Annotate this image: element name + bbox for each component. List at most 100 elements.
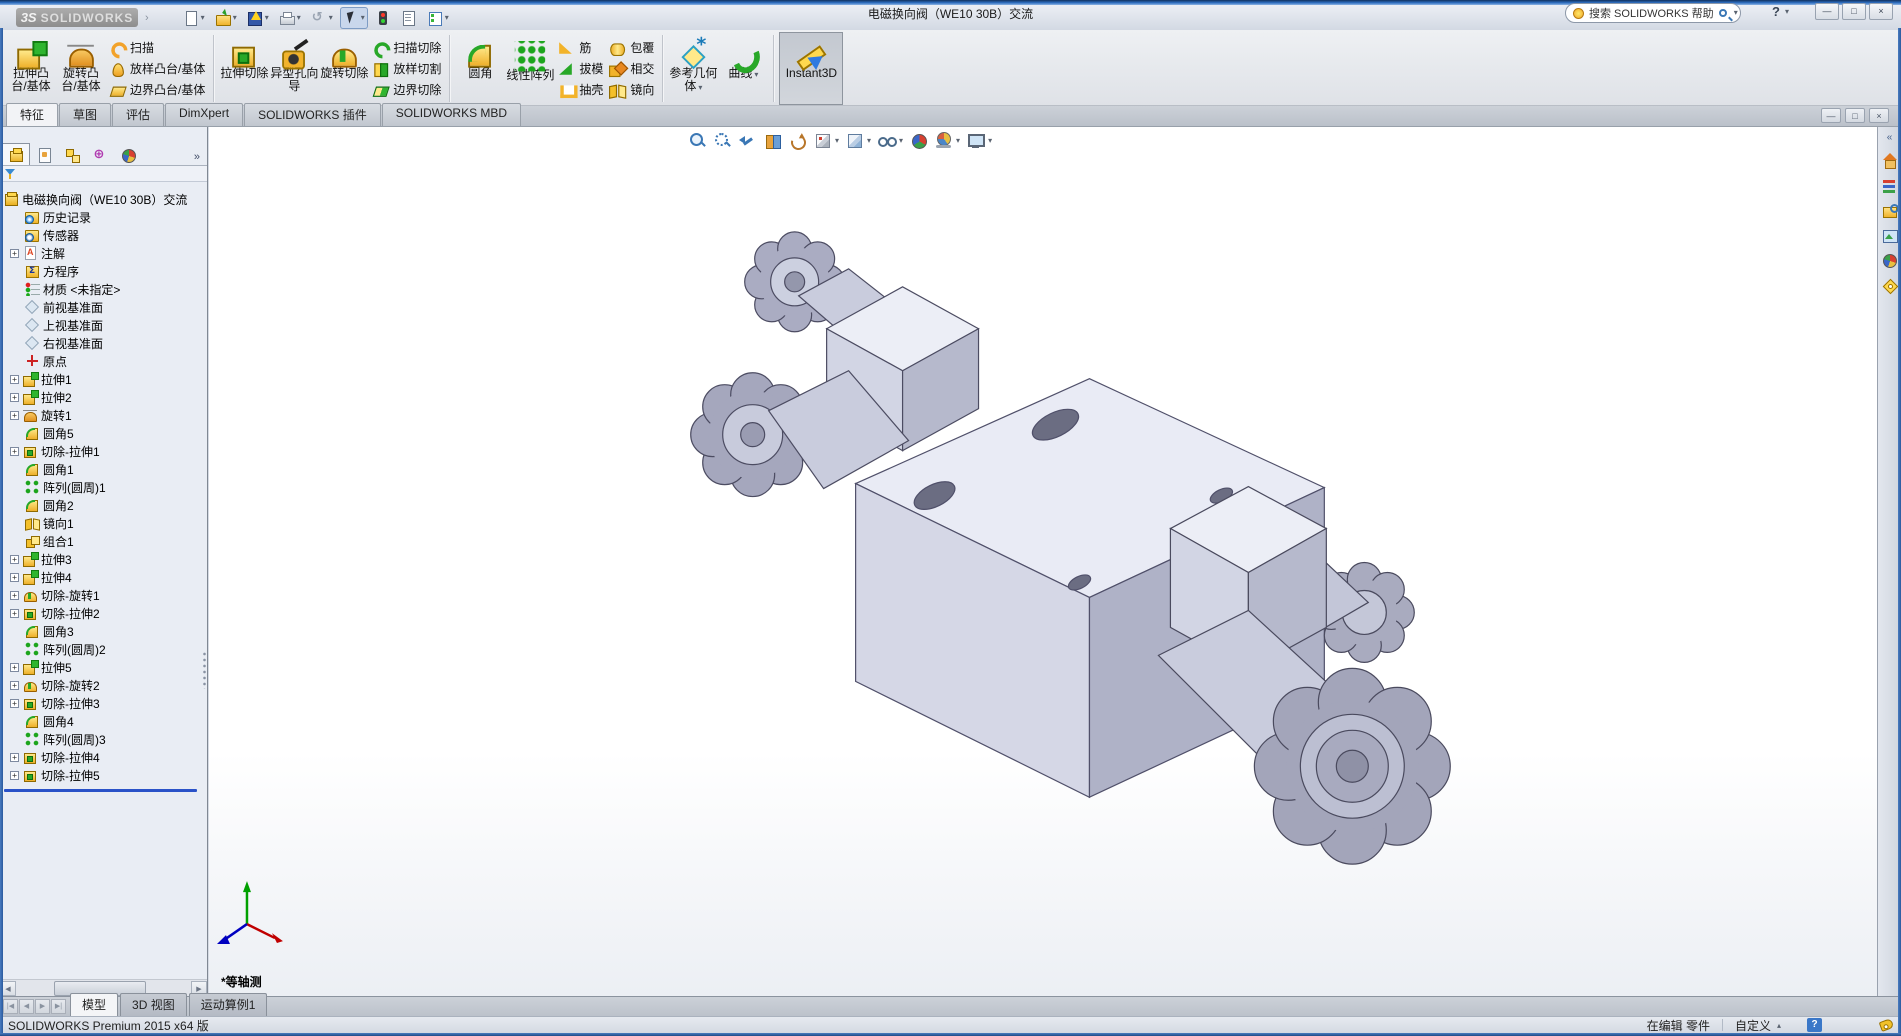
ribbon-tab-addins[interactable]: SOLIDWORKS 插件 — [244, 103, 381, 126]
ribbon-button-rib[interactable]: 筋 — [558, 37, 603, 58]
print-button[interactable]: ▾ — [276, 7, 304, 29]
expand-plus-box[interactable]: + — [10, 590, 19, 600]
ribbon-button-curves[interactable]: 曲线 ▾ — [718, 32, 768, 105]
headsup-previous-view-button[interactable] — [739, 132, 757, 150]
tree-item[interactable]: + 切除-拉伸2 — [0, 604, 207, 622]
ribbon-button-wrap[interactable]: 包覆 — [609, 37, 654, 58]
ribbon-button-boundary[interactable]: 边界凸台/基体 — [109, 79, 205, 100]
previous-tab-button[interactable]: ◀ — [19, 999, 34, 1014]
tree-item[interactable]: 圆角4 — [0, 712, 207, 730]
save-button[interactable]: ▾ — [244, 7, 272, 29]
dropdown-caret-icon[interactable]: ▾ — [867, 137, 871, 145]
minimize-document-button[interactable]: — — [1821, 108, 1841, 123]
headsup-section-view-button[interactable] — [764, 132, 782, 150]
tree-item[interactable]: 圆角3 — [0, 622, 207, 640]
ribbon-button-loft-cut[interactable]: 放样切割 — [372, 58, 441, 79]
tree-item[interactable]: + 切除-拉伸4 — [0, 748, 207, 766]
document-tab[interactable]: 模型 — [70, 993, 119, 1016]
dropdown-caret-icon[interactable]: ▾ — [233, 13, 237, 22]
expand-plus-box[interactable]: + — [10, 752, 19, 762]
minimize-button[interactable]: — — [1815, 3, 1839, 20]
ribbon-button-boundary-cut[interactable]: 边界切除 — [372, 79, 441, 100]
status-help-icon[interactable]: ? — [1807, 1018, 1822, 1032]
ribbon-button-linear-pattern[interactable]: 线性阵列 — [505, 32, 555, 105]
headsup-display-style-button[interactable]: ▾ — [846, 132, 871, 150]
panel-tab-configurationmanager[interactable] — [58, 143, 86, 165]
tree-item[interactable]: + 旋转1 — [0, 406, 207, 424]
feature-tree-root[interactable]: 电磁换向阀（WE10 30B）交流 — [0, 190, 207, 208]
ribbon-button-draft[interactable]: 拔模 — [558, 58, 603, 79]
ribbon-button-ref-geometry[interactable]: 参考几何体▾ — [668, 32, 718, 105]
tree-item[interactable]: + 注解 — [0, 244, 207, 262]
panel-tab-dimxpertmanager[interactable] — [86, 143, 114, 165]
dropdown-caret-icon[interactable]: ▾ — [988, 137, 992, 145]
ribbon-button-shell[interactable]: 抽壳 — [558, 79, 603, 100]
ribbon-button-loft[interactable]: 放样凸台/基体 — [109, 58, 205, 79]
close-document-button[interactable]: × — [1869, 108, 1889, 123]
expand-plus-box[interactable]: + — [10, 446, 19, 456]
dropdown-caret-icon[interactable]: ▾ — [297, 13, 301, 22]
menu-expand-arrow[interactable]: › — [142, 12, 152, 24]
search-input[interactable]: 搜索 SOLIDWORKS 帮助 — [1589, 5, 1714, 21]
ribbon-tab-mbd[interactable]: SOLIDWORKS MBD — [381, 103, 522, 126]
ribbon-tab-evaluate[interactable]: 评估 — [112, 103, 165, 126]
dropdown-caret-icon[interactable]: ▾ — [201, 13, 205, 22]
expand-plus-box[interactable]: + — [10, 410, 19, 420]
tree-filter-bar[interactable] — [0, 166, 207, 182]
tree-item[interactable]: 组合1 — [0, 532, 207, 550]
tree-item[interactable]: + 拉伸2 — [0, 388, 207, 406]
tree-item[interactable]: 阵列(圆周)1 — [0, 478, 207, 496]
ribbon-button-sweep[interactable]: 扫描 — [109, 37, 205, 58]
tree-item[interactable]: + 切除-旋转2 — [0, 676, 207, 694]
tree-item[interactable]: 镜向1 — [0, 514, 207, 532]
tree-item[interactable]: + 切除-拉伸5 — [0, 766, 207, 784]
tag-icon[interactable] — [1878, 1018, 1895, 1032]
expand-plus-box[interactable]: + — [10, 770, 19, 780]
panel-tab-displaymanager[interactable] — [114, 143, 142, 165]
rebuild-button[interactable] — [372, 7, 394, 29]
dropdown-caret-icon[interactable]: ▾ — [265, 13, 269, 22]
rollback-bar[interactable] — [4, 789, 197, 792]
search-icon[interactable] — [1718, 9, 1727, 17]
tree-item[interactable]: 材质 <未指定> — [0, 280, 207, 298]
document-tab[interactable]: 运动算例1 — [188, 993, 268, 1016]
tree-item[interactable]: 阵列(圆周)3 — [0, 730, 207, 748]
expand-plus-box[interactable]: + — [10, 374, 19, 384]
tree-item[interactable]: 圆角2 — [0, 496, 207, 514]
panel-tab-propertymanager[interactable] — [30, 143, 58, 165]
ribbon-button-extrude-boss[interactable]: 拉伸凸台/基体 — [6, 32, 56, 105]
task-pane-design-library-icon[interactable] — [1882, 178, 1897, 193]
new-document-button[interactable]: ▾ — [180, 7, 208, 29]
tree-item[interactable]: + 切除-拉伸3 — [0, 694, 207, 712]
first-tab-button[interactable]: |◀ — [3, 999, 18, 1014]
ribbon-button-revolve-boss[interactable]: 旋转凸台/基体 — [56, 32, 106, 105]
tree-item[interactable]: + 拉伸5 — [0, 658, 207, 676]
dropdown-caret-icon[interactable]: ▾ — [899, 137, 903, 145]
open-button[interactable]: ▾ — [212, 7, 240, 29]
task-pane-resources-icon[interactable] — [1882, 153, 1897, 169]
task-pane-custom-properties-icon[interactable] — [1882, 278, 1897, 293]
expand-plus-box[interactable]: + — [10, 554, 19, 564]
dropdown-caret-icon[interactable]: ▾ — [698, 83, 702, 92]
headsup-view-rotate-button[interactable] — [789, 132, 807, 150]
units-caret[interactable]: ▴ — [1777, 1021, 1781, 1030]
restore-document-button[interactable]: □ — [1845, 108, 1865, 123]
headsup-view-settings-button[interactable]: ▾ — [967, 132, 992, 150]
ribbon-tab-dimxpert[interactable]: DimXpert — [165, 103, 244, 126]
expand-plus-box[interactable]: + — [10, 662, 19, 672]
headsup-hide-show-items-button[interactable]: ▾ — [878, 132, 903, 150]
expand-plus-box[interactable]: + — [10, 392, 19, 402]
ribbon-button-intersect[interactable]: 相交 — [609, 58, 654, 79]
undo-button[interactable]: ▾ — [308, 7, 336, 29]
dropdown-caret-icon[interactable]: ▾ — [329, 13, 333, 22]
headsup-zoom-to-area-button[interactable] — [714, 132, 732, 150]
expand-plus-box[interactable]: + — [10, 572, 19, 582]
tree-item[interactable]: + 切除-拉伸1 — [0, 442, 207, 460]
tree-item[interactable]: + 拉伸4 — [0, 568, 207, 586]
dropdown-caret-icon[interactable]: ▾ — [361, 13, 365, 22]
ribbon-button-instant3d[interactable]: Instant3D — [779, 32, 844, 105]
help-button[interactable]: ? — [1769, 4, 1783, 19]
ribbon-tab-features[interactable]: 特征 — [6, 103, 59, 126]
search-box[interactable]: 搜索 SOLIDWORKS 帮助 ▾ — [1565, 3, 1741, 23]
expand-plus-box[interactable]: + — [10, 680, 19, 690]
